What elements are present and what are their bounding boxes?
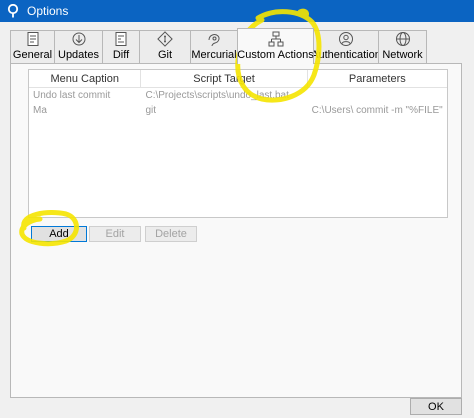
tab-label: Authentication	[311, 49, 381, 61]
authentication-icon	[339, 32, 353, 46]
tab-updates[interactable]: Updates	[54, 30, 103, 64]
tab-git[interactable]: Git	[139, 30, 191, 64]
general-icon	[27, 32, 38, 46]
tab-general[interactable]: General	[10, 30, 55, 64]
tab-mercurial[interactable]: Mercurial	[190, 30, 238, 64]
column-parameters[interactable]: Parameters	[308, 70, 447, 87]
add-button[interactable]: Add	[31, 226, 87, 242]
diff-icon	[115, 32, 127, 46]
column-script-target[interactable]: Script Target	[141, 70, 308, 87]
delete-button[interactable]: Delete	[145, 226, 197, 242]
git-icon	[157, 31, 173, 47]
edit-button[interactable]: Edit	[89, 226, 141, 242]
tab-strip: General Updates Diff Git Mercurial Custo…	[10, 28, 427, 64]
tab-diff[interactable]: Diff	[102, 30, 140, 64]
tab-custom-actions[interactable]: Custom Actions	[237, 28, 314, 64]
app-icon	[7, 4, 19, 18]
cell-script-target: C:\Projects\scripts\undo_last.bat	[145, 90, 289, 101]
tab-network[interactable]: Network	[378, 30, 427, 64]
custom-actions-panel: Menu Caption Script Target Parameters Un…	[10, 63, 462, 398]
cell-menu-caption: Ma	[33, 105, 47, 116]
tab-label: Updates	[58, 49, 99, 61]
tab-label: General	[12, 49, 53, 61]
table-row[interactable]: Undo last commit C:\Projects\scripts\und…	[29, 88, 447, 103]
tab-authentication[interactable]: Authentication	[311, 30, 381, 64]
tab-label: Diff	[112, 49, 130, 61]
title-bar: Options	[0, 0, 474, 22]
updates-icon	[72, 32, 85, 46]
cell-menu-caption: Undo last commit	[33, 90, 111, 101]
tab-label: Custom Actions	[237, 49, 314, 61]
tab-label: Network	[382, 49, 423, 61]
tab-label: Git	[157, 49, 173, 61]
dialog-body: General Updates Diff Git Mercurial Custo…	[0, 22, 474, 418]
actions-list[interactable]: Menu Caption Script Target Parameters Un…	[28, 69, 448, 218]
network-icon	[395, 32, 410, 46]
column-menu-caption[interactable]: Menu Caption	[29, 70, 142, 87]
window-title: Options	[27, 4, 69, 18]
table-row[interactable]: Ma git C:\Users\ commit -m "%FILE"	[29, 103, 447, 118]
ok-button[interactable]: OK	[410, 398, 462, 415]
tab-label: Mercurial	[191, 49, 237, 61]
cell-parameters	[308, 88, 447, 103]
mercurial-icon	[208, 34, 220, 47]
list-header: Menu Caption Script Target Parameters	[29, 70, 447, 88]
cell-parameters: C:\Users\ commit -m "%FILE"	[311, 105, 443, 116]
cell-script-target: git	[145, 105, 157, 116]
custom-actions-icon	[268, 31, 283, 47]
